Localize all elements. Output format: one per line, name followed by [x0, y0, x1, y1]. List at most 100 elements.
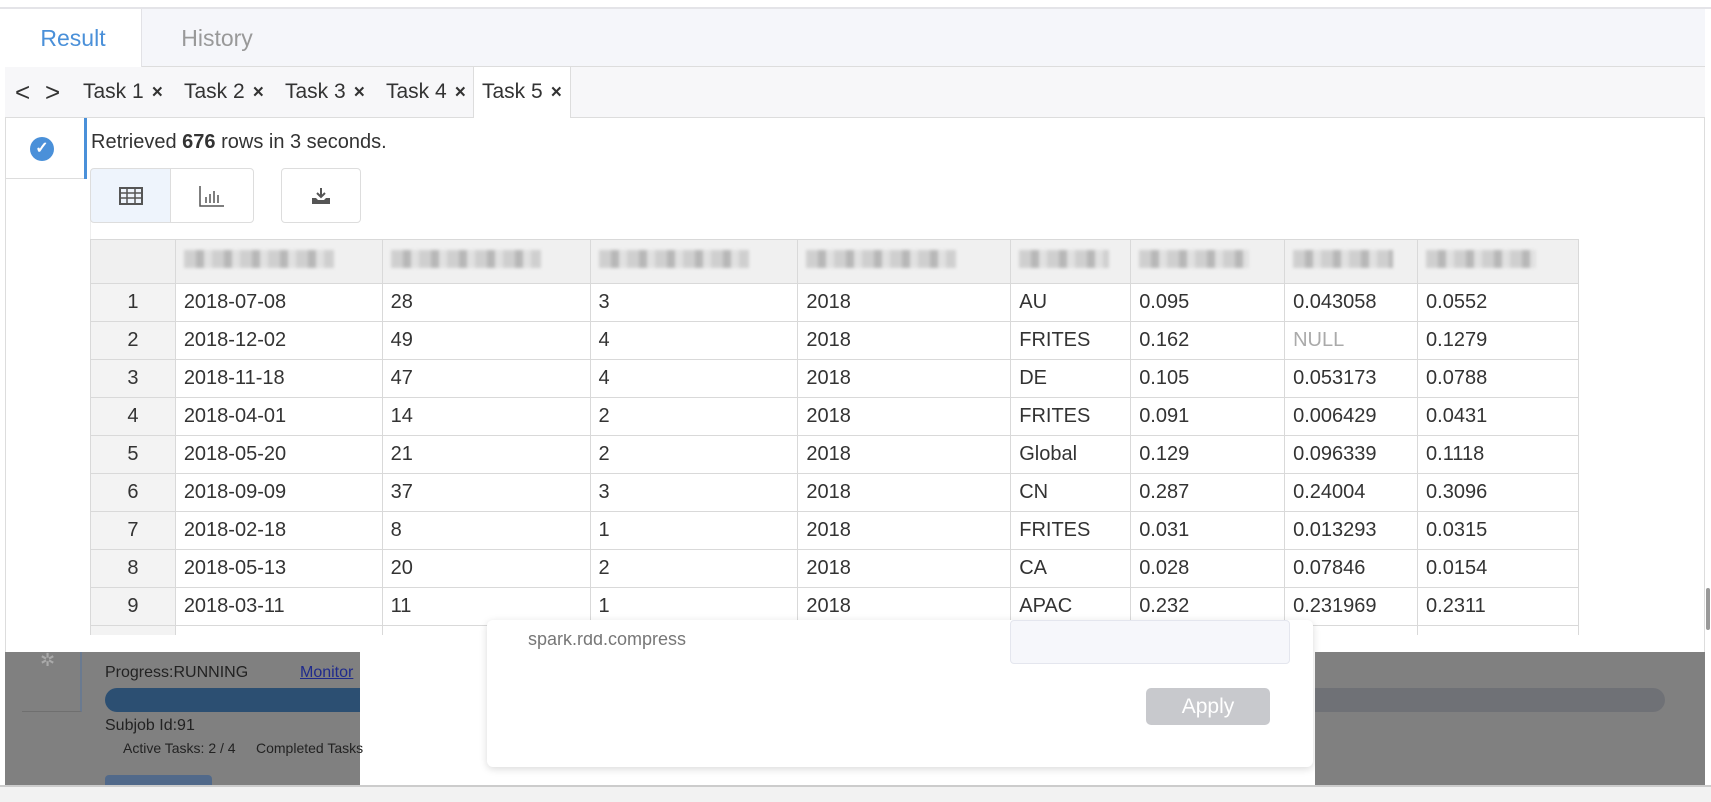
table-cell[interactable]: 0.031	[1130, 511, 1286, 550]
task-tab-3[interactable]: Task 3 ×	[277, 67, 373, 118]
table-cell[interactable]: 2018-09-09	[174, 473, 383, 512]
table-cell[interactable]: 3	[589, 283, 799, 322]
table-cell[interactable]: 2018	[797, 549, 1012, 588]
table-cell[interactable]: FRITES	[1010, 397, 1132, 436]
column-header[interactable]	[797, 239, 1012, 284]
table-cell[interactable]: 8	[381, 511, 591, 550]
column-header[interactable]	[1130, 239, 1286, 284]
task-tab-4[interactable]: Task 4 ×	[378, 67, 474, 118]
table-cell[interactable]: 2	[589, 397, 799, 436]
close-icon[interactable]: ×	[455, 82, 466, 103]
table-cell[interactable]: 1	[589, 511, 799, 550]
next-task-button[interactable]: >	[45, 67, 60, 117]
task-tab-1[interactable]: Task 1 ×	[75, 67, 171, 118]
column-header[interactable]	[589, 239, 799, 284]
column-header[interactable]	[174, 239, 383, 284]
table-cell[interactable]: 2018	[797, 283, 1012, 322]
table-cell[interactable]: 2	[589, 549, 799, 588]
table-cell[interactable]: 21	[381, 435, 591, 474]
table-cell[interactable]: 20	[381, 549, 591, 588]
table-cell[interactable]: AU	[1010, 283, 1132, 322]
table-cell[interactable]: 0.053173	[1284, 359, 1419, 398]
table-cell[interactable]: 37	[381, 473, 591, 512]
table-cell[interactable]: 2018	[797, 435, 1012, 474]
prev-task-button[interactable]: <	[15, 67, 30, 117]
tab-result[interactable]: Result	[5, 9, 142, 67]
column-header[interactable]	[1284, 239, 1419, 284]
table-cell[interactable]: 0.043058	[1284, 283, 1419, 322]
scrollbar[interactable]	[1706, 588, 1710, 630]
table-cell[interactable]: 0.129	[1130, 435, 1286, 474]
close-icon[interactable]: ×	[152, 82, 163, 103]
table-cell[interactable]: 4	[589, 359, 799, 398]
table-cell[interactable]: 0.096339	[1284, 435, 1419, 474]
close-icon[interactable]: ×	[354, 82, 365, 103]
table-row: 4 2018-04-01 14 2 2018 FRITES 0.091 0.006429 0.0…	[90, 397, 1579, 436]
tab-history[interactable]: History	[142, 9, 292, 67]
table-cell[interactable]: FRITES	[1010, 511, 1132, 550]
table-cell[interactable]: 0.0788	[1417, 359, 1579, 398]
table-cell[interactable]: 0.0431	[1417, 397, 1579, 436]
table-row: 2 2018-12-02 49 4 2018 FRITES 0.162 NULL 0.1279	[90, 321, 1579, 360]
task-tab-2[interactable]: Task 2 ×	[176, 67, 272, 118]
table-cell[interactable]: NULL	[1284, 321, 1419, 360]
table-cell[interactable]: 2018	[797, 397, 1012, 436]
table-view-button[interactable]	[90, 168, 171, 223]
table-cell[interactable]: 0.07846	[1284, 549, 1419, 588]
table-cell[interactable]: 2	[589, 435, 799, 474]
close-icon[interactable]: ×	[253, 82, 264, 103]
task-tab-5[interactable]: Task 5 ×	[473, 67, 571, 118]
table-cell[interactable]: 2018	[797, 511, 1012, 550]
table-cell[interactable]: CA	[1010, 549, 1132, 588]
table-cell[interactable]: 47	[381, 359, 591, 398]
close-icon[interactable]: ×	[551, 82, 562, 103]
download-button[interactable]	[281, 168, 361, 223]
table-cell[interactable]: 3	[589, 473, 799, 512]
task-tab-label: Task 1	[83, 80, 144, 103]
table-cell[interactable]: 0.24004	[1284, 473, 1419, 512]
table-cell[interactable]: 2018-04-01	[174, 397, 383, 436]
table-cell[interactable]: 0.095	[1130, 283, 1286, 322]
table-cell[interactable]: FRITES	[1010, 321, 1132, 360]
table-cell[interactable]: 0.287	[1130, 473, 1286, 512]
column-header[interactable]	[381, 239, 591, 284]
column-header[interactable]	[1010, 239, 1132, 284]
table-cell[interactable]: 2018	[797, 359, 1012, 398]
table-cell[interactable]: 0.1118	[1417, 435, 1579, 474]
completed-tasks: Completed Tasks	[256, 740, 364, 756]
table-cell[interactable]: 2018	[797, 473, 1012, 512]
chart-view-button[interactable]	[170, 168, 254, 223]
check-circle-icon: ✓	[30, 137, 54, 161]
table-cell[interactable]: 0.3096	[1417, 473, 1579, 512]
table-cell[interactable]: 0.013293	[1284, 511, 1419, 550]
table-cell[interactable]: 0.0154	[1417, 549, 1579, 588]
table-cell[interactable]: 2018-03-11	[174, 587, 383, 626]
table-cell[interactable]: 2018-07-08	[174, 283, 383, 322]
table-cell[interactable]: CN	[1010, 473, 1132, 512]
table-cell[interactable]: 2018-11-18	[174, 359, 383, 398]
table-cell[interactable]: 49	[381, 321, 591, 360]
table-cell[interactable]: 2018-05-13	[174, 549, 383, 588]
table-cell[interactable]: 0.105	[1130, 359, 1286, 398]
table-cell[interactable]: 0.028	[1130, 549, 1286, 588]
table-cell[interactable]: 0.0315	[1417, 511, 1579, 550]
config-value-input[interactable]	[1010, 620, 1290, 664]
monitor-link[interactable]: Monitor	[300, 664, 353, 682]
table-cell[interactable]: 2018	[797, 321, 1012, 360]
table-cell[interactable]: 0.006429	[1284, 397, 1419, 436]
table-cell[interactable]: 14	[381, 397, 591, 436]
table-cell[interactable]: 0.1279	[1417, 321, 1579, 360]
table-cell[interactable]: 2018-05-20	[174, 435, 383, 474]
column-header[interactable]	[1417, 239, 1579, 284]
table-cell[interactable]: 4	[589, 321, 799, 360]
table-cell[interactable]: 28	[381, 283, 591, 322]
table-cell[interactable]: 2018-02-18	[174, 511, 383, 550]
table-cell[interactable]: DE	[1010, 359, 1132, 398]
table-cell[interactable]: 0.2311	[1417, 587, 1579, 626]
table-cell[interactable]: 0.162	[1130, 321, 1286, 360]
table-cell[interactable]: 0.091	[1130, 397, 1286, 436]
table-cell[interactable]: 0.0552	[1417, 283, 1579, 322]
table-cell[interactable]: 2018-12-02	[174, 321, 383, 360]
apply-button[interactable]: Apply	[1146, 688, 1270, 725]
table-cell[interactable]: Global	[1010, 435, 1132, 474]
